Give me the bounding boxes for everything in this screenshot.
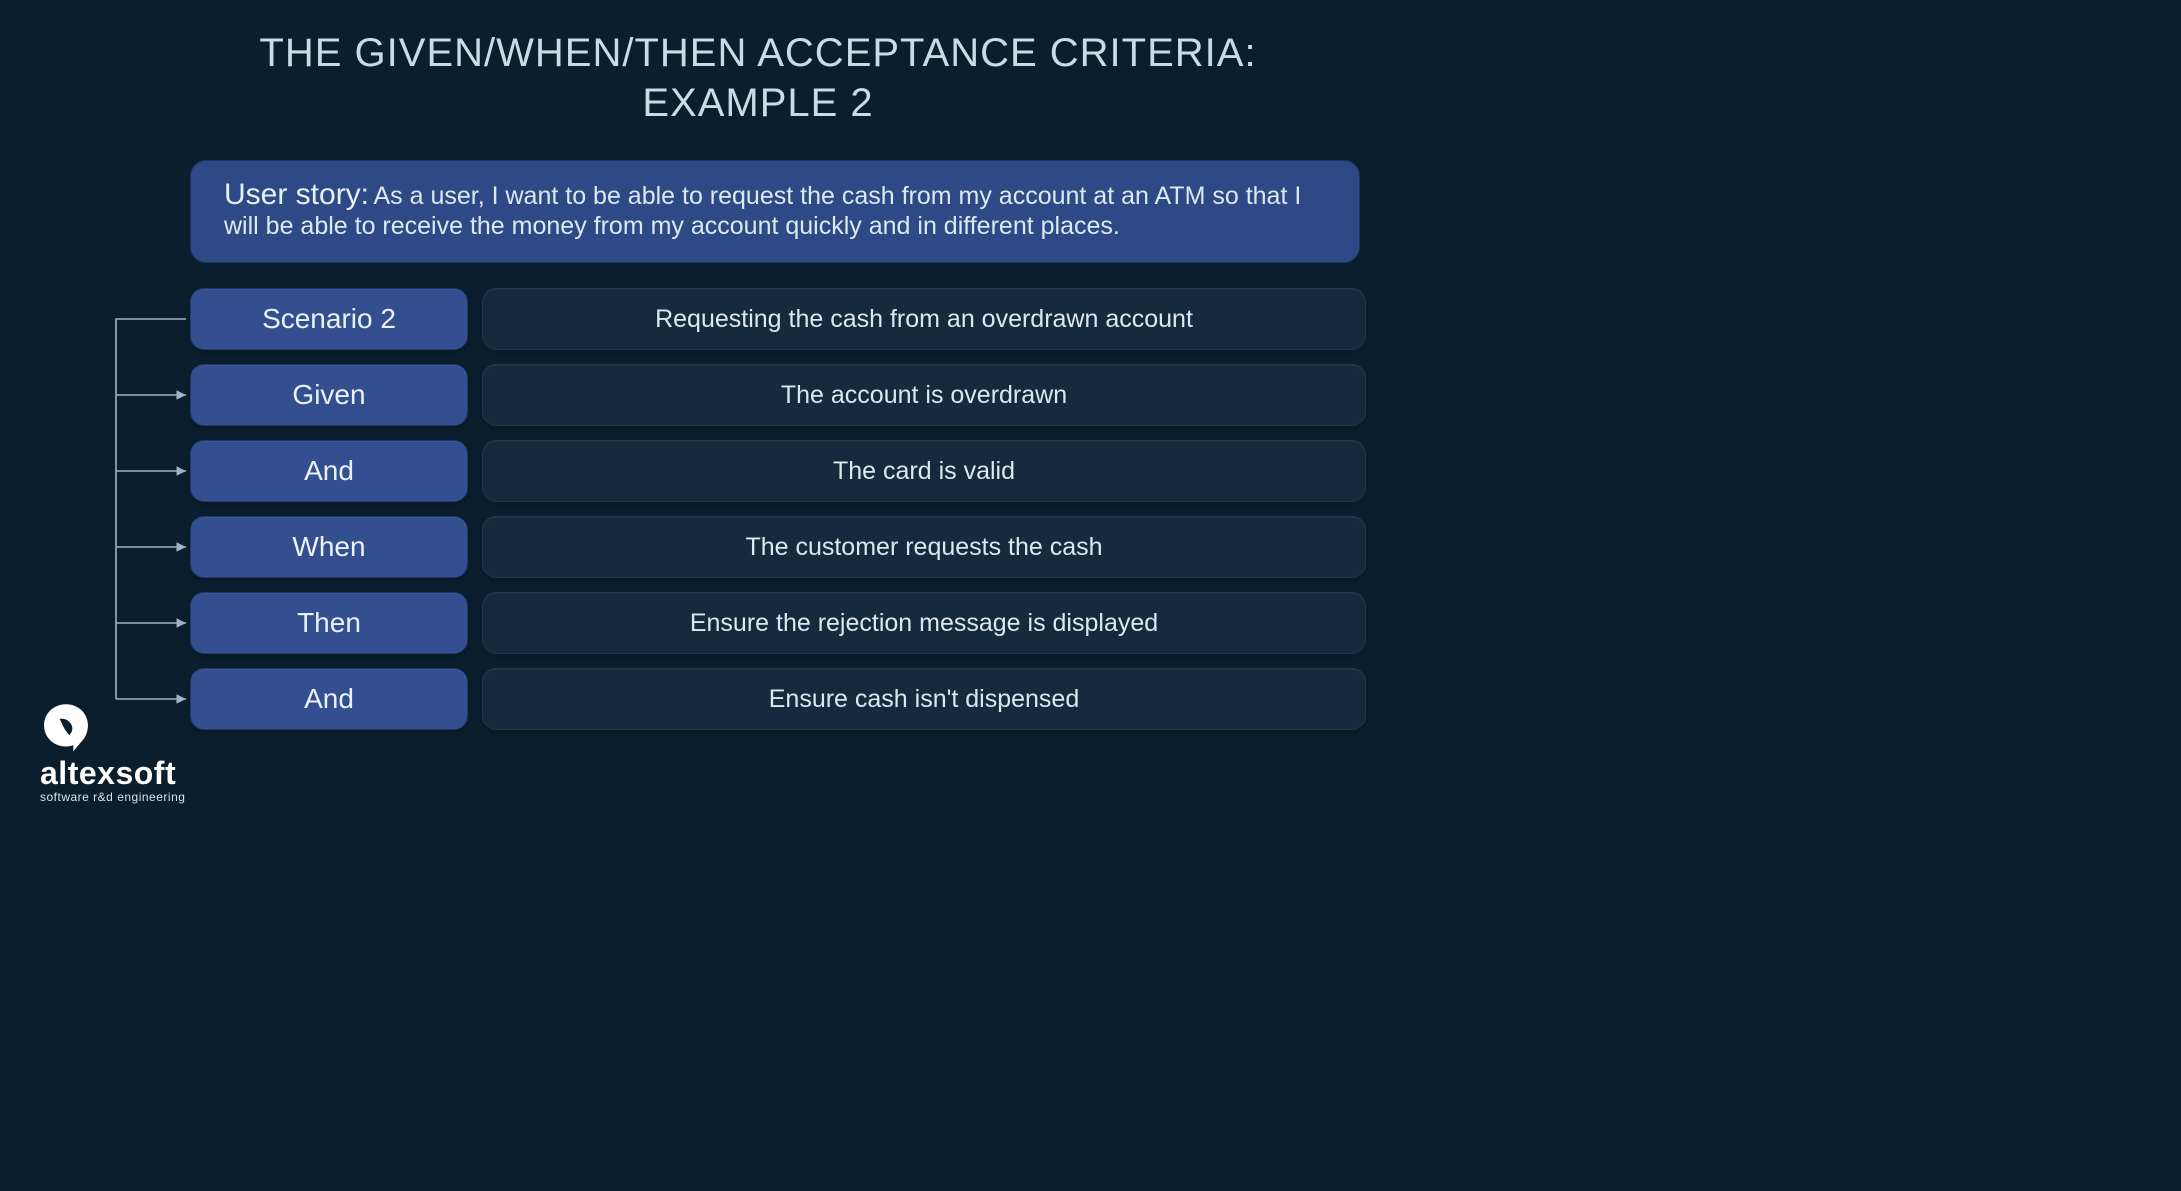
criteria-row: Then Ensure the rejection message is dis… <box>190 592 1366 654</box>
brand-logo: altexsoft software r&d engineering <box>40 701 185 804</box>
criteria-row: And Ensure cash isn't dispensed <box>190 668 1366 730</box>
title-line-2: EXAMPLE 2 <box>642 81 873 125</box>
connector-lines <box>108 288 190 748</box>
description-pill: The card is valid <box>482 440 1366 502</box>
description-pill: The account is overdrawn <box>482 364 1366 426</box>
criteria-row: Scenario 2 Requesting the cash from an o… <box>190 288 1366 350</box>
keyword-pill-and: And <box>190 668 468 730</box>
slide-title: THE GIVEN/WHEN/THEN ACCEPTANCE CRITERIA:… <box>0 28 1516 128</box>
description-pill: Requesting the cash from an overdrawn ac… <box>482 288 1366 350</box>
criteria-rows: Scenario 2 Requesting the cash from an o… <box>190 288 1366 744</box>
user-story-box: User story: As a user, I want to be able… <box>190 160 1360 263</box>
brand-name: altexsoft <box>40 755 185 792</box>
description-pill: Ensure cash isn't dispensed <box>482 668 1366 730</box>
keyword-pill-and: And <box>190 440 468 502</box>
description-pill: Ensure the rejection message is displaye… <box>482 592 1366 654</box>
criteria-row: And The card is valid <box>190 440 1366 502</box>
slide-stage: THE GIVEN/WHEN/THEN ACCEPTANCE CRITERIA:… <box>0 0 1516 828</box>
keyword-pill-when: When <box>190 516 468 578</box>
keyword-pill-scenario: Scenario 2 <box>190 288 468 350</box>
logo-mark-icon <box>40 701 92 753</box>
criteria-row: Given The account is overdrawn <box>190 364 1366 426</box>
keyword-pill-then: Then <box>190 592 468 654</box>
description-pill: The customer requests the cash <box>482 516 1366 578</box>
criteria-row: When The customer requests the cash <box>190 516 1366 578</box>
user-story-text: As a user, I want to be able to request … <box>224 182 1301 240</box>
user-story-label: User story: <box>224 178 369 211</box>
title-line-1: THE GIVEN/WHEN/THEN ACCEPTANCE CRITERIA: <box>259 31 1256 75</box>
brand-tagline: software r&d engineering <box>40 790 185 804</box>
keyword-pill-given: Given <box>190 364 468 426</box>
